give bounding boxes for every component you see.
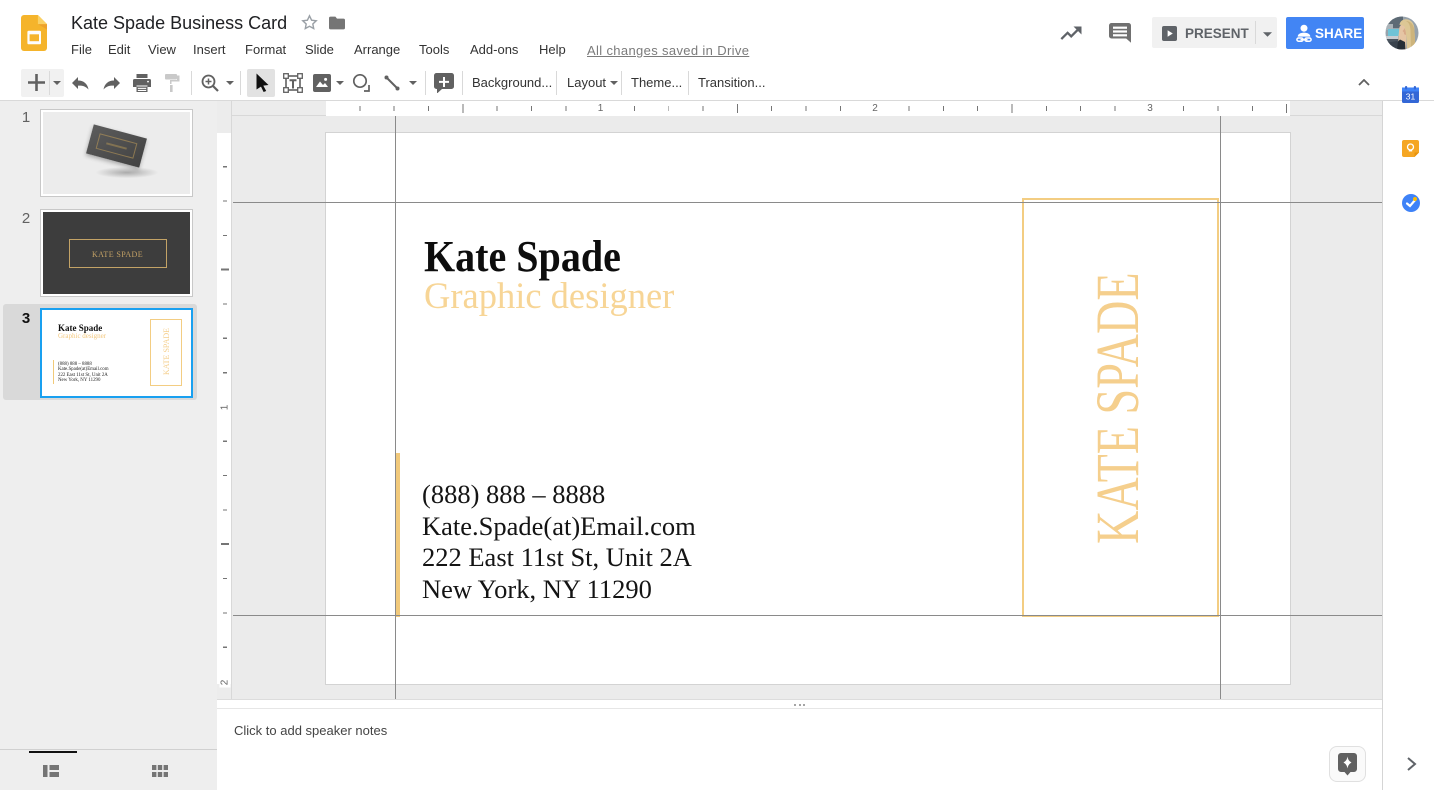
svg-text:31: 31 xyxy=(1406,92,1416,102)
